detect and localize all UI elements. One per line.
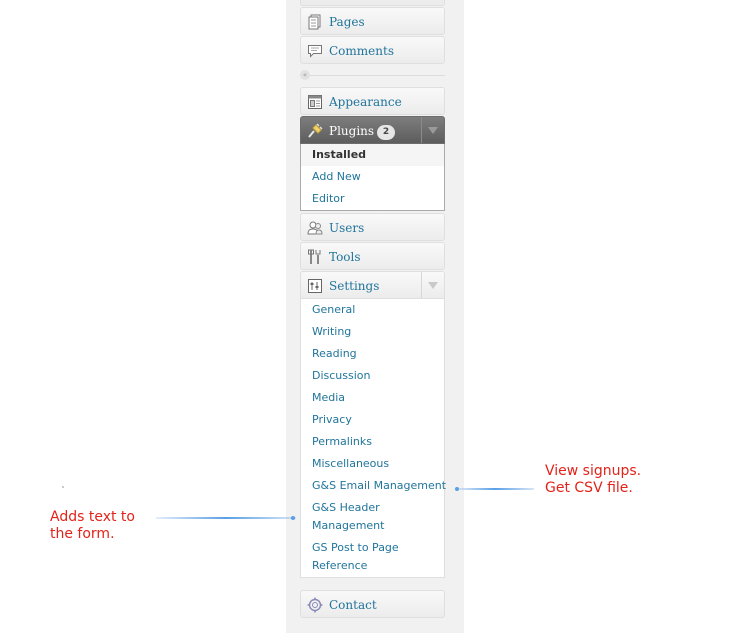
submenu-item-writing[interactable]: Writing xyxy=(301,321,444,343)
submenu-item-general[interactable]: General xyxy=(301,299,444,321)
menu-label-appearance: Appearance xyxy=(329,95,402,109)
annotation-right-arrowhead xyxy=(455,487,459,491)
menu-item-users[interactable]: Users xyxy=(300,213,445,241)
menu-label-pages: Pages xyxy=(329,15,365,29)
submenu-item-gands-header-management[interactable]: G&S Header Management xyxy=(301,497,444,537)
submenu-item-media[interactable]: Media xyxy=(301,387,444,409)
plugins-submenu: Installed Add New Editor xyxy=(300,144,445,211)
menu-label-comments: Comments xyxy=(329,44,394,58)
tools-icon xyxy=(307,249,323,265)
settings-menu-toggle[interactable] xyxy=(421,272,444,298)
submenu-item-add-new[interactable]: Add New xyxy=(301,166,444,188)
annotation-left-arrow xyxy=(156,517,296,519)
menu-label-settings: Settings xyxy=(329,279,380,293)
submenu-item-installed[interactable]: Installed xyxy=(301,144,444,166)
annotation-left-arrowhead xyxy=(291,516,295,520)
submenu-item-editor[interactable]: Editor xyxy=(301,188,444,210)
menu-item-appearance[interactable]: Appearance xyxy=(300,87,445,115)
annotation-right-arrow xyxy=(456,488,534,490)
pages-icon xyxy=(307,14,323,30)
triangle-down-icon xyxy=(428,127,438,134)
submenu-item-miscellaneous[interactable]: Miscellaneous xyxy=(301,453,444,475)
menu-top-cap xyxy=(300,0,445,6)
menu-item-settings[interactable]: Settings xyxy=(300,271,445,299)
submenu-item-permalinks[interactable]: Permalinks xyxy=(301,431,444,453)
plugins-icon xyxy=(307,123,323,139)
submenu-item-discussion[interactable]: Discussion xyxy=(301,365,444,387)
menu-label-tools: Tools xyxy=(329,250,361,264)
users-icon xyxy=(307,220,323,236)
plugins-menu-toggle[interactable] xyxy=(421,117,444,143)
contact-icon xyxy=(307,597,323,613)
menu-label-plugins: Plugins 2 xyxy=(329,124,396,140)
appearance-icon xyxy=(307,94,323,110)
submenu-item-gs-post-to-page-reference[interactable]: GS Post to Page Reference xyxy=(301,537,444,577)
plugin-update-count-badge: 2 xyxy=(377,125,396,140)
menu-label-users: Users xyxy=(329,221,365,235)
menu-item-comments[interactable]: Comments xyxy=(300,36,445,64)
menu-label-contact: Contact xyxy=(329,598,377,612)
submenu-item-reading[interactable]: Reading xyxy=(301,343,444,365)
annotation-left-text: Adds text to the form. xyxy=(50,509,135,542)
settings-submenu: General Writing Reading Discussion Media Priv… xyxy=(300,299,446,578)
menu-separator xyxy=(300,75,445,76)
menu-item-tools[interactable]: Tools xyxy=(300,242,445,270)
menu-item-contact[interactable]: Contact xyxy=(300,590,445,618)
menu-item-plugins[interactable]: Plugins 2 xyxy=(300,116,445,144)
collapse-menu-button[interactable]: « xyxy=(300,70,310,80)
stray-dot xyxy=(62,486,64,488)
submenu-item-gands-email-management[interactable]: G&S Email Management xyxy=(301,475,446,497)
settings-icon xyxy=(307,278,323,294)
triangle-down-icon xyxy=(428,282,438,289)
submenu-item-privacy[interactable]: Privacy xyxy=(301,409,444,431)
comments-icon xyxy=(307,43,323,59)
annotation-right-text: View signups. Get CSV file. xyxy=(545,463,642,496)
menu-item-pages[interactable]: Pages xyxy=(300,7,445,35)
